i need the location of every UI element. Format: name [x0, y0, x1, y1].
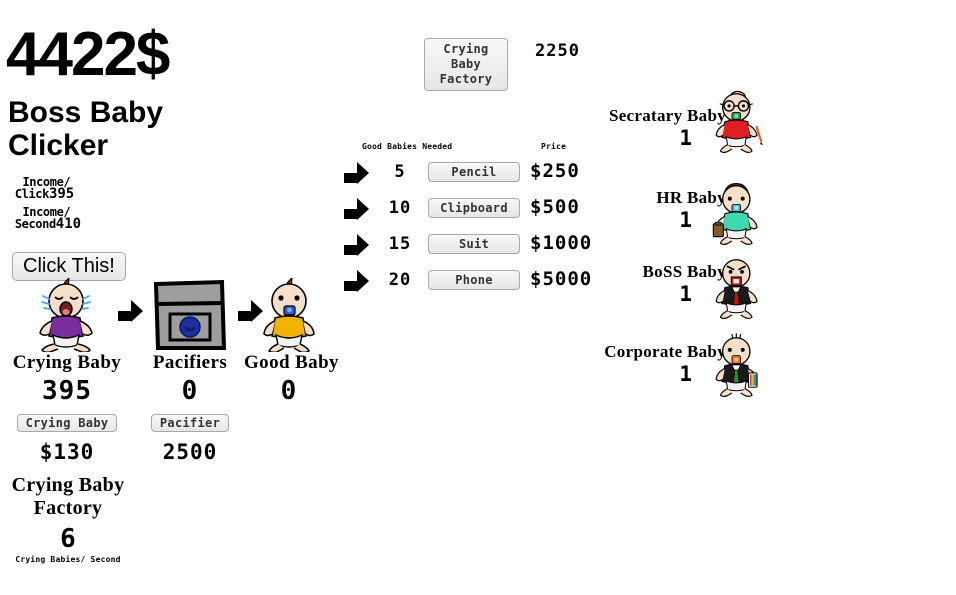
- secretary-baby-count: 1: [679, 126, 692, 150]
- factory-buy-label-line2: Factory: [439, 72, 493, 86]
- corporate-baby-count: 1: [679, 362, 692, 386]
- factory-buy-price: 2250: [535, 41, 580, 61]
- click-this-button[interactable]: Click This!: [12, 252, 126, 281]
- boss-baby-count: 1: [679, 282, 692, 306]
- money-total: 4422$: [6, 20, 170, 89]
- buy-clipboard-button[interactable]: Clipboard: [428, 198, 520, 218]
- table-row: 5 Pencil $250: [338, 158, 618, 194]
- crying-baby-sprite[interactable]: [21, 278, 113, 352]
- income-per-second-value: 410: [55, 216, 82, 232]
- upgrades-table: Good Babies Needed Price 5 Pencil $250 1…: [338, 142, 618, 302]
- table-row: 15 Suit $1000: [338, 230, 618, 266]
- boss-baby-sprite: [715, 259, 758, 319]
- factory-count: 6: [60, 524, 76, 554]
- hr-baby-sprite: [712, 182, 758, 245]
- pacifiers-name: Pacifiers: [152, 352, 228, 373]
- factory-buy-label-line1: Crying Baby: [443, 42, 489, 71]
- page-title-line2: Clicker: [8, 129, 109, 162]
- buy-crying-baby-factory-button[interactable]: Crying Baby Factory: [424, 38, 508, 91]
- secretary-baby-sprite: [715, 90, 763, 153]
- upgrades-header-row: Good Babies Needed Price: [338, 142, 618, 158]
- page-title: Boss Baby Clicker: [8, 96, 238, 162]
- upgrades-header-needed: Good Babies Needed: [362, 142, 453, 151]
- buy-pacifier-button[interactable]: Pacifier: [150, 414, 230, 432]
- upgrade-price: $500: [530, 196, 580, 218]
- crying-baby-price: $130: [39, 440, 95, 464]
- factory-title-line2: Factory: [33, 497, 103, 519]
- upgrade-price: $5000: [530, 268, 593, 290]
- upgrade-price: $250: [530, 160, 580, 182]
- pacifiers-count: 0: [181, 376, 199, 406]
- crying-baby-group: Crying Baby 395 Crying Baby $130: [8, 278, 126, 464]
- upgrade-price: $1000: [530, 232, 593, 254]
- table-row: 10 Clipboard $500: [338, 194, 618, 230]
- upgrade-needed: 10: [388, 198, 412, 218]
- income-per-second: Income/ Second410: [8, 194, 82, 232]
- pacifiers-group: Pacifiers 0 Pacifier 2500: [140, 278, 240, 464]
- factory-rate-label: Crying Babies/ Second: [15, 555, 121, 564]
- pacifiers-price: 2500: [162, 440, 218, 464]
- table-row: 20 Phone $5000: [338, 266, 618, 302]
- buy-phone-button[interactable]: Phone: [428, 270, 520, 290]
- crying-baby-count: 395: [42, 376, 92, 406]
- pacifier-bag-sprite[interactable]: [144, 278, 236, 352]
- upgrades-header-price: Price: [541, 142, 567, 151]
- good-baby-group: Good Baby 0: [244, 278, 339, 406]
- buy-crying-baby-button[interactable]: Crying Baby: [16, 414, 118, 432]
- good-baby-sprite: [263, 278, 315, 352]
- hr-baby-count: 1: [679, 208, 692, 232]
- upgrade-needed: 20: [388, 270, 412, 290]
- good-baby-name: Good Baby: [244, 352, 339, 373]
- upgrade-needed: 15: [388, 234, 412, 254]
- crying-baby-factory-block: Crying Baby Factory 6 Crying Babies/ Sec…: [4, 474, 132, 564]
- corporate-baby-sprite: [715, 333, 758, 397]
- upgrade-needed: 5: [394, 162, 406, 182]
- good-baby-count: 0: [280, 376, 298, 406]
- factory-title-line1: Crying Baby: [11, 474, 125, 496]
- crying-baby-name: Crying Baby: [12, 352, 122, 373]
- buy-suit-button[interactable]: Suit: [428, 234, 520, 254]
- page-title-line1: Boss Baby: [8, 96, 164, 129]
- buy-pencil-button[interactable]: Pencil: [428, 162, 520, 182]
